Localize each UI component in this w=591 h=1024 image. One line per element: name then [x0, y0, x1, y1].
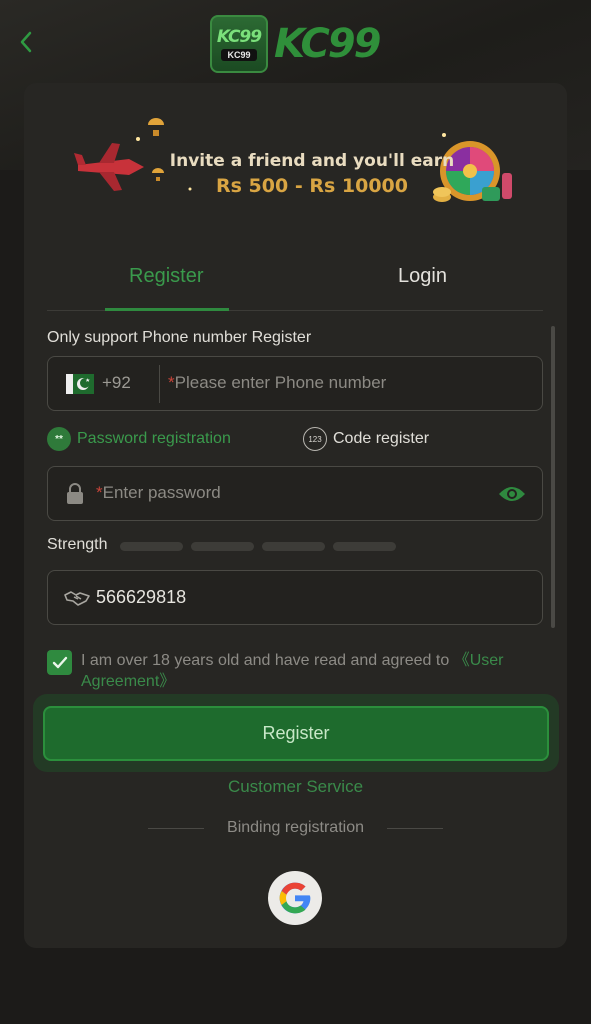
phone-input[interactable]: *Please enter Phone number: [168, 373, 386, 393]
password-registration-option[interactable]: ** Password registration: [47, 427, 231, 451]
field-divider: [159, 365, 160, 403]
agreement-checkbox[interactable]: [47, 650, 72, 675]
logo-badge: KC99 KC99: [210, 15, 268, 73]
password-strength-meter: [120, 542, 396, 551]
handshake-icon: [64, 591, 90, 606]
app-logo: KC99 KC99 KC99: [210, 14, 381, 74]
strength-bar: [262, 542, 325, 551]
invite-code-field[interactable]: 566629818: [47, 570, 543, 625]
back-chevron-icon: [20, 31, 32, 53]
lock-icon: [67, 483, 83, 504]
pakistan-flag-icon: [66, 374, 94, 394]
banner-headline: Invite a friend and you'll earn: [169, 151, 455, 171]
logo-badge-text: KC99: [216, 27, 262, 47]
code-icon: 123: [303, 427, 327, 451]
register-card: Invite a friend and you'll earn Rs 500 -…: [24, 83, 567, 948]
password-placeholder: Enter password: [102, 483, 221, 502]
password-input[interactable]: *Enter password: [96, 483, 221, 503]
strength-bar: [191, 542, 254, 551]
register-button[interactable]: Register: [43, 706, 549, 761]
divider-line-right: [387, 828, 443, 829]
banner-text: Invite a friend and you'll earn Rs 500 -…: [162, 151, 462, 197]
tab-login[interactable]: Login: [398, 265, 447, 288]
strength-label: Strength: [47, 536, 108, 553]
plane-icon: [74, 143, 144, 191]
eye-icon[interactable]: [498, 485, 526, 503]
tab-register[interactable]: Register: [129, 265, 203, 288]
country-code[interactable]: +92: [102, 373, 131, 393]
code-register-option[interactable]: 123 Code register: [303, 427, 429, 451]
form-scrollbar[interactable]: [551, 326, 555, 628]
google-icon: [279, 882, 311, 914]
logo-text: KC99: [274, 21, 381, 67]
logo-badge-small-text: KC99: [221, 49, 257, 61]
customer-service-link[interactable]: Customer Service: [24, 777, 567, 797]
active-tab-indicator: [105, 308, 229, 311]
auth-tabs: Register Login: [47, 249, 543, 311]
code-register-label: Code register: [333, 430, 430, 447]
google-login-button[interactable]: [268, 871, 322, 925]
password-field[interactable]: *Enter password: [47, 466, 543, 521]
phone-field[interactable]: +92 *Please enter Phone number: [47, 356, 543, 411]
invite-code-value[interactable]: 566629818: [96, 587, 186, 608]
agreement-text: I am over 18 years old and have read and…: [81, 650, 551, 692]
password-dots-icon: **: [47, 427, 71, 451]
strength-bar: [120, 542, 183, 551]
phone-placeholder: Please enter Phone number: [174, 373, 387, 392]
binding-registration-label: Binding registration: [227, 819, 364, 836]
check-icon: [52, 656, 67, 668]
back-button[interactable]: [12, 28, 40, 56]
strength-bar: [333, 542, 396, 551]
support-label: Only support Phone number Register: [47, 329, 312, 346]
invite-banner[interactable]: Invite a friend and you'll earn Rs 500 -…: [74, 113, 524, 213]
password-registration-label: Password registration: [77, 430, 231, 447]
banner-amount: Rs 500 - Rs 10000: [216, 175, 408, 197]
agreement-statement: I am over 18 years old and have read and…: [81, 652, 454, 669]
